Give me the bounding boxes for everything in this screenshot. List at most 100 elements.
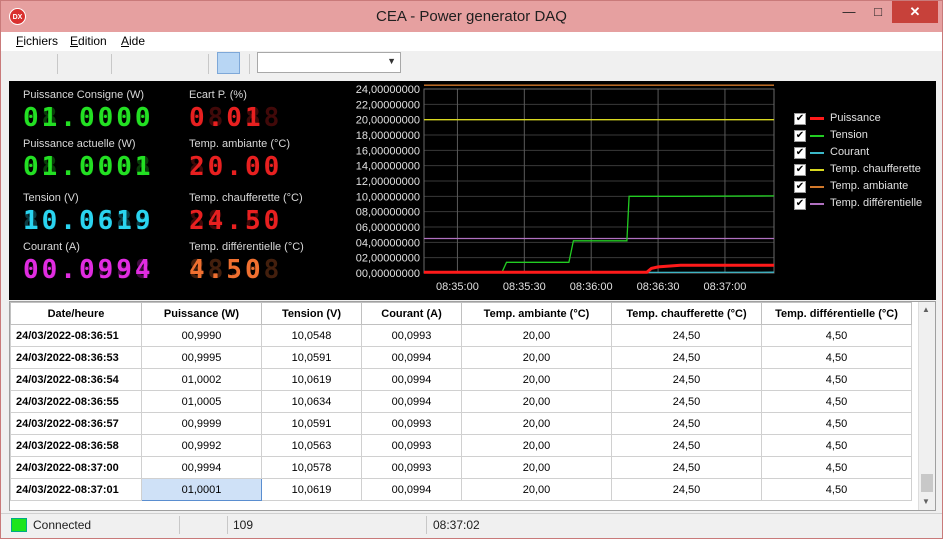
- table-cell[interactable]: 4,50: [761, 456, 912, 479]
- table-cell[interactable]: 24/03/2022-08:36:54: [10, 368, 142, 391]
- checkbox-icon[interactable]: ✔: [794, 147, 806, 159]
- table-cell[interactable]: 4,50: [761, 412, 912, 435]
- table-cell[interactable]: 00,0993: [361, 434, 462, 457]
- title-bar[interactable]: DX CEA - Power generator DAQ — □ ✕: [1, 1, 942, 32]
- column-header[interactable]: Temp. chaufferette (°C): [611, 302, 762, 325]
- legend-item[interactable]: ✔ Temp. différentielle: [794, 196, 934, 213]
- scroll-thumb[interactable]: [921, 474, 933, 492]
- readout-value-display: 88.8888 01.0001: [23, 152, 154, 182]
- table-cell[interactable]: 20,00: [461, 324, 612, 347]
- table-cell[interactable]: 00,9995: [141, 346, 262, 369]
- table-cell[interactable]: 24/03/2022-08:37:00: [10, 456, 142, 479]
- table-cell[interactable]: 24,50: [611, 478, 762, 501]
- table-row[interactable]: 24/03/2022-08:36:58 00,9992 10,0563 00,0993…: [10, 434, 912, 457]
- chevron-down-icon[interactable]: ▼: [387, 56, 396, 66]
- table-cell[interactable]: 01,0005: [141, 390, 262, 413]
- legend-item[interactable]: ✔ Tension: [794, 128, 934, 145]
- table-cell[interactable]: 10,0634: [261, 390, 362, 413]
- column-header[interactable]: Tension (V): [261, 302, 362, 325]
- table-cell[interactable]: 00,0993: [361, 456, 462, 479]
- minimize-button[interactable]: —: [835, 1, 863, 23]
- table-row[interactable]: 24/03/2022-08:36:54 01,0002 10,0619 00,0994…: [10, 368, 912, 391]
- table-cell[interactable]: 20,00: [461, 368, 612, 391]
- connection-status: Connected: [33, 518, 92, 532]
- checkbox-icon[interactable]: ✔: [794, 198, 806, 210]
- toolbar-toggle-button[interactable]: [217, 52, 240, 74]
- legend-item[interactable]: ✔ Courant: [794, 145, 934, 162]
- scroll-up-icon[interactable]: ▲: [922, 305, 930, 314]
- table-cell[interactable]: 20,00: [461, 390, 612, 413]
- table-cell[interactable]: 24,50: [611, 368, 762, 391]
- table-cell[interactable]: 00,9994: [141, 456, 262, 479]
- table-cell[interactable]: 10,0619: [261, 368, 362, 391]
- toolbar-separator: [57, 54, 58, 74]
- table-cell[interactable]: 20,00: [461, 434, 612, 457]
- table-cell[interactable]: 24/03/2022-08:36:51: [10, 324, 142, 347]
- column-header[interactable]: Puissance (W): [141, 302, 262, 325]
- table-cell[interactable]: 20,00: [461, 456, 612, 479]
- table-cell[interactable]: 10,0591: [261, 346, 362, 369]
- column-header[interactable]: Temp. différentielle (°C): [761, 302, 912, 325]
- table-cell[interactable]: 10,0548: [261, 324, 362, 347]
- maximize-button[interactable]: □: [864, 1, 892, 23]
- legend-item[interactable]: ✔ Temp. ambiante: [794, 179, 934, 196]
- table-cell[interactable]: 00,9999: [141, 412, 262, 435]
- table-cell[interactable]: 24/03/2022-08:36:53: [10, 346, 142, 369]
- table-cell[interactable]: 00,0993: [361, 324, 462, 347]
- column-header[interactable]: Courant (A): [361, 302, 462, 325]
- table-cell[interactable]: 24,50: [611, 324, 762, 347]
- checkbox-icon[interactable]: ✔: [794, 113, 806, 125]
- table-row[interactable]: 24/03/2022-08:37:00 00,9994 10,0578 00,0993…: [10, 456, 912, 479]
- table-cell[interactable]: 20,00: [461, 412, 612, 435]
- table-cell[interactable]: 01,0002: [141, 368, 262, 391]
- table-cell[interactable]: 10,0591: [261, 412, 362, 435]
- table-cell[interactable]: 00,0994: [361, 390, 462, 413]
- legend-item[interactable]: ✔ Puissance: [794, 111, 934, 128]
- table-cell[interactable]: 01,0001: [141, 478, 262, 501]
- table-cell[interactable]: 24/03/2022-08:36:55: [10, 390, 142, 413]
- toolbar-combo[interactable]: ▼: [257, 52, 401, 73]
- table-cell[interactable]: 20,00: [461, 346, 612, 369]
- checkbox-icon[interactable]: ✔: [794, 181, 806, 193]
- table-cell[interactable]: 24/03/2022-08:36:57: [10, 412, 142, 435]
- table-row[interactable]: 24/03/2022-08:36:55 01,0005 10,0634 00,0994…: [10, 390, 912, 413]
- table-cell[interactable]: 24/03/2022-08:37:01: [10, 478, 142, 501]
- table-cell[interactable]: 24,50: [611, 346, 762, 369]
- table-cell[interactable]: 10,0563: [261, 434, 362, 457]
- table-cell[interactable]: 24,50: [611, 434, 762, 457]
- table-row[interactable]: 24/03/2022-08:36:53 00,9995 10,0591 00,0994…: [10, 346, 912, 369]
- table-cell[interactable]: 10,0578: [261, 456, 362, 479]
- table-cell[interactable]: 00,9992: [141, 434, 262, 457]
- close-button[interactable]: ✕: [892, 1, 938, 23]
- table-cell[interactable]: 4,50: [761, 390, 912, 413]
- table-cell[interactable]: 4,50: [761, 478, 912, 501]
- table-row[interactable]: 24/03/2022-08:36:57 00,9999 10,0591 00,0993…: [10, 412, 912, 435]
- table-cell[interactable]: 24/03/2022-08:36:58: [10, 434, 142, 457]
- vertical-scrollbar[interactable]: ▲ ▼: [918, 302, 935, 510]
- table-cell[interactable]: 4,50: [761, 324, 912, 347]
- table-cell[interactable]: 24,50: [611, 412, 762, 435]
- scroll-down-icon[interactable]: ▼: [922, 497, 930, 506]
- table-cell[interactable]: 24,50: [611, 456, 762, 479]
- table-cell[interactable]: 00,9990: [141, 324, 262, 347]
- table-cell[interactable]: 20,00: [461, 478, 612, 501]
- table-cell[interactable]: 00,0994: [361, 478, 462, 501]
- table-cell[interactable]: 10,0619: [261, 478, 362, 501]
- checkbox-icon[interactable]: ✔: [794, 130, 806, 142]
- table-cell[interactable]: 00,0994: [361, 368, 462, 391]
- legend-item[interactable]: ✔ Temp. chaufferette: [794, 162, 934, 179]
- menu-fichiers[interactable]: Fichiers: [16, 34, 58, 48]
- menu-edition[interactable]: Edition: [70, 34, 107, 48]
- checkbox-icon[interactable]: ✔: [794, 164, 806, 176]
- table-cell[interactable]: 00,0993: [361, 412, 462, 435]
- table-cell[interactable]: 24,50: [611, 390, 762, 413]
- table-cell[interactable]: 4,50: [761, 368, 912, 391]
- table-row[interactable]: 24/03/2022-08:36:51 00,9990 10,0548 00,0993…: [10, 324, 912, 347]
- table-row[interactable]: 24/03/2022-08:37:01 01,0001 10,0619 00,0994…: [10, 478, 912, 501]
- menu-aide[interactable]: Aide: [121, 34, 145, 48]
- table-cell[interactable]: 4,50: [761, 434, 912, 457]
- table-cell[interactable]: 4,50: [761, 346, 912, 369]
- table-cell[interactable]: 00,0994: [361, 346, 462, 369]
- column-header[interactable]: Date/heure: [10, 302, 142, 325]
- column-header[interactable]: Temp. ambiante (°C): [461, 302, 612, 325]
